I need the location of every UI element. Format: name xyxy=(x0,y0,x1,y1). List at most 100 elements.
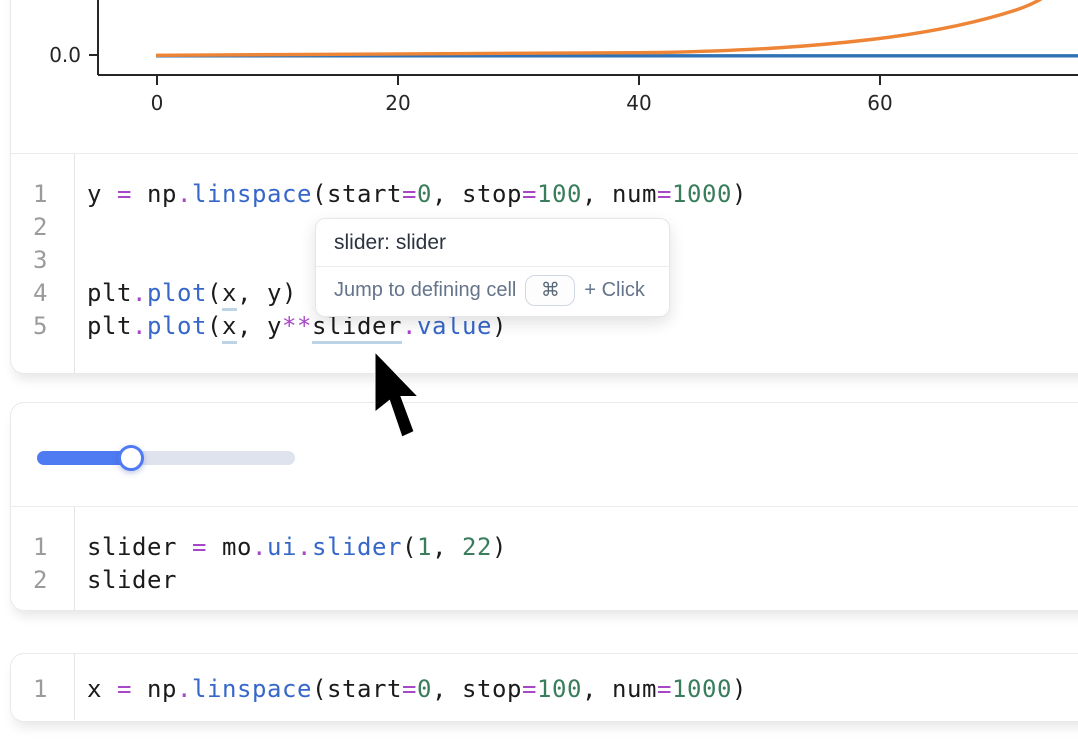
code-line[interactable]: slider = mo.ui.slider(1, 22) xyxy=(87,531,507,564)
code-token: , xyxy=(237,312,267,340)
code-token: , xyxy=(432,675,462,703)
line-number: 5 xyxy=(11,310,48,343)
line-number: 2 xyxy=(11,564,48,597)
code-token: np xyxy=(147,180,177,208)
code-token: = xyxy=(522,675,537,703)
reactive-variable[interactable]: x xyxy=(222,312,237,344)
code-token: , xyxy=(237,279,267,307)
code-token: . xyxy=(297,533,312,561)
code-token: ) xyxy=(492,533,507,561)
line-number: 2 xyxy=(11,211,48,244)
reactive-variable[interactable]: x xyxy=(222,279,237,311)
code-token: num xyxy=(612,675,657,703)
code-token: , xyxy=(582,675,612,703)
line-number: 4 xyxy=(11,277,48,310)
code-token: ( xyxy=(402,533,417,561)
tooltip-title: slider: slider xyxy=(316,219,669,267)
notebook-cell-x: 1 x = np.linspace(start=0, stop=100, num… xyxy=(10,653,1078,722)
code-token: 100 xyxy=(537,180,582,208)
code-token: start xyxy=(327,675,402,703)
code-token: start xyxy=(327,180,402,208)
code-token: , xyxy=(432,180,462,208)
code-token: linspace xyxy=(192,675,312,703)
code-token: , xyxy=(432,533,462,561)
series-line-orange xyxy=(156,0,1068,55)
line-number: 1 xyxy=(11,673,48,706)
code-token: ) xyxy=(282,279,297,307)
code-token: . xyxy=(132,279,147,307)
x-tick-label: 60 xyxy=(867,91,892,115)
x-tick-label: 40 xyxy=(626,91,651,115)
code-token: ( xyxy=(207,312,222,340)
code-token: . xyxy=(132,312,147,340)
line-number-gutter: 12 xyxy=(11,507,75,611)
code-token: ui xyxy=(267,533,297,561)
code-token: ( xyxy=(312,180,327,208)
code-token: = xyxy=(657,675,672,703)
code-token: = xyxy=(192,533,222,561)
code-editor[interactable]: 1 x = np.linspace(start=0, stop=100, num… xyxy=(11,654,1078,720)
line-number-gutter: 12345 xyxy=(11,154,75,373)
variable-tooltip: slider: slider Jump to defining cell ⌘ +… xyxy=(315,218,670,317)
slider-track[interactable] xyxy=(37,451,295,465)
code-token: plot xyxy=(147,312,207,340)
code-token: np xyxy=(147,675,177,703)
x-tick-label: 0 xyxy=(151,91,164,115)
code-editor[interactable]: 12 slider = mo.ui.slider(1, 22)slider xyxy=(11,506,1078,611)
code-token: 0 xyxy=(417,675,432,703)
slider-widget[interactable] xyxy=(37,445,309,477)
code-token: x xyxy=(87,675,117,703)
code-token: ** xyxy=(282,312,312,340)
tooltip-action-label[interactable]: Jump to defining cell xyxy=(334,279,516,302)
line-number: 1 xyxy=(11,531,48,564)
code-lines[interactable]: slider = mo.ui.slider(1, 22)slider xyxy=(75,507,507,611)
code-line[interactable]: slider xyxy=(87,564,507,597)
code-token: stop xyxy=(462,675,522,703)
code-token: y xyxy=(267,312,282,340)
code-token: num xyxy=(612,180,657,208)
code-token: mo xyxy=(222,533,252,561)
code-token: ) xyxy=(732,180,747,208)
code-token: slider xyxy=(87,533,192,561)
slider-fill xyxy=(37,451,131,465)
line-number-gutter: 1 xyxy=(11,654,75,720)
slider-output xyxy=(11,403,1078,506)
code-lines[interactable]: x = np.linspace(start=0, stop=100, num=1… xyxy=(75,654,747,720)
code-token: ) xyxy=(732,675,747,703)
code-token: = xyxy=(657,180,672,208)
code-token: plt xyxy=(87,312,132,340)
code-token: plot xyxy=(147,279,207,307)
code-token: slider xyxy=(87,566,177,594)
code-token: 22 xyxy=(462,533,492,561)
code-token: linspace xyxy=(192,180,312,208)
line-number: 3 xyxy=(11,244,48,277)
code-token: ( xyxy=(207,279,222,307)
plot-output: 0.0 0 20 40 60 80 xyxy=(11,0,1078,153)
code-token: 100 xyxy=(537,675,582,703)
code-token: 1 xyxy=(417,533,432,561)
code-token: 0 xyxy=(417,180,432,208)
code-token: = xyxy=(117,675,147,703)
notebook-cell-plot: 0.0 0 20 40 60 80 12345 y = np.linspace(… xyxy=(10,0,1078,374)
y-tick-label: 0.0 xyxy=(49,43,81,67)
command-key-icon: ⌘ xyxy=(525,275,575,306)
code-token: . xyxy=(252,533,267,561)
code-token: 1000 xyxy=(672,675,732,703)
code-token: = xyxy=(402,180,417,208)
code-line[interactable]: x = np.linspace(start=0, stop=100, num=1… xyxy=(87,673,747,706)
code-token: . xyxy=(177,180,192,208)
code-token: = xyxy=(117,180,147,208)
matplotlib-plot: 0.0 0 20 40 60 80 xyxy=(11,0,1078,153)
code-token: . xyxy=(177,675,192,703)
code-token: stop xyxy=(462,180,522,208)
code-token: ( xyxy=(312,675,327,703)
line-number: 1 xyxy=(11,178,48,211)
code-line[interactable]: y = np.linspace(start=0, stop=100, num=1… xyxy=(87,178,747,211)
code-token: slider xyxy=(312,533,402,561)
notebook-cell-slider: 12 slider = mo.ui.slider(1, 22)slider xyxy=(10,402,1078,611)
slider-handle[interactable] xyxy=(118,445,144,471)
code-token: y xyxy=(87,180,117,208)
tooltip-action-suffix: + Click xyxy=(584,279,645,302)
code-token: plt xyxy=(87,279,132,307)
code-token: y xyxy=(267,279,282,307)
